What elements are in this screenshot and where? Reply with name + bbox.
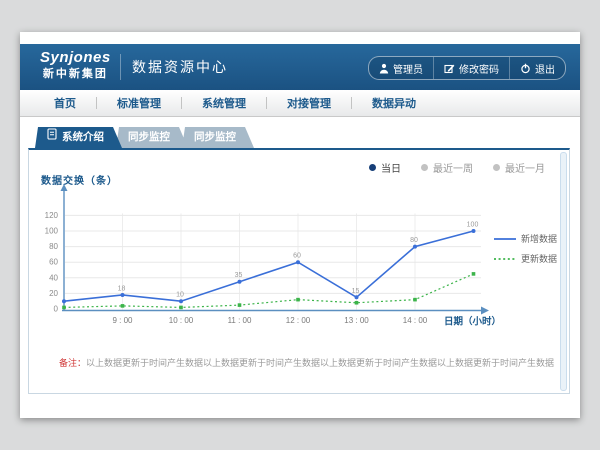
header-action-label: 退出 bbox=[535, 61, 555, 76]
edit-icon bbox=[444, 63, 455, 74]
data-point bbox=[121, 304, 125, 308]
svg-text:80: 80 bbox=[49, 242, 58, 251]
tab-bar: 系统介绍 同步监控 同步监控 bbox=[35, 126, 248, 148]
data-point bbox=[472, 272, 476, 276]
range-option-label: 当日 bbox=[381, 160, 401, 175]
data-point bbox=[472, 229, 476, 233]
app-title: 数据资源中心 bbox=[132, 44, 228, 90]
legend-label: 新增数据 bbox=[521, 233, 557, 244]
header-divider bbox=[120, 54, 121, 80]
data-point-label: 100 bbox=[467, 222, 479, 229]
tab-1[interactable]: 同步监控 bbox=[116, 127, 188, 148]
data-point bbox=[179, 299, 183, 303]
brand-logo: Synjones 新中新集团 bbox=[40, 50, 111, 80]
data-point-label: 60 bbox=[293, 253, 301, 260]
range-option-label: 最近一周 bbox=[433, 160, 473, 175]
svg-text:10 : 00: 10 : 00 bbox=[169, 316, 194, 325]
data-point bbox=[121, 293, 125, 297]
data-point bbox=[238, 280, 242, 284]
data-point bbox=[355, 295, 359, 299]
svg-text:11 : 00: 11 : 00 bbox=[228, 316, 252, 325]
tab-label: 同步监控 bbox=[128, 127, 170, 148]
nav-item-0[interactable]: 首页 bbox=[34, 95, 96, 111]
legend-label: 更新数据 bbox=[521, 253, 557, 264]
tab-2[interactable]: 同步监控 bbox=[182, 127, 254, 148]
logo-company-name: 新中新集团 bbox=[40, 68, 111, 80]
data-point bbox=[355, 301, 359, 305]
svg-text:13 : 00: 13 : 00 bbox=[344, 316, 369, 325]
chart-legend: 新增数据更新数据 bbox=[494, 233, 557, 264]
svg-text:14 : 00: 14 : 00 bbox=[403, 316, 428, 325]
radio-dot-icon bbox=[493, 164, 500, 171]
data-point bbox=[179, 306, 183, 310]
range-option-0[interactable]: 当日 bbox=[369, 160, 401, 175]
doc-icon bbox=[47, 127, 57, 148]
svg-text:40: 40 bbox=[49, 273, 58, 282]
data-point-label: 10 bbox=[176, 292, 184, 299]
series-line-1 bbox=[64, 274, 474, 308]
radio-dot-icon bbox=[369, 164, 376, 171]
tab-0[interactable]: 系统介绍 bbox=[35, 127, 122, 148]
data-point bbox=[413, 298, 417, 302]
svg-text:60: 60 bbox=[49, 258, 58, 267]
footnote-prefix: 备注： bbox=[59, 358, 86, 368]
footnote-text: 以上数据更新于时间产生数据以上数据更新于时间产生数据以上数据更新于时间产生数据以… bbox=[86, 358, 555, 368]
header-action-label: 管理员 bbox=[393, 61, 423, 76]
tab-label: 系统介绍 bbox=[62, 127, 104, 148]
header-action-admin[interactable]: 管理员 bbox=[369, 57, 433, 79]
user-icon bbox=[379, 63, 389, 74]
data-point bbox=[413, 245, 417, 249]
x-axis-title: 日期（小时） bbox=[444, 316, 501, 328]
data-point bbox=[296, 260, 300, 264]
range-option-1[interactable]: 最近一周 bbox=[421, 160, 473, 175]
data-point bbox=[62, 306, 66, 310]
data-point bbox=[62, 299, 66, 303]
time-range-selector: 当日 最近一周 最近一月 bbox=[369, 160, 545, 175]
data-point-label: 35 bbox=[235, 272, 243, 279]
data-point bbox=[238, 303, 242, 307]
data-point bbox=[296, 298, 300, 302]
svg-text:0: 0 bbox=[54, 305, 59, 314]
svg-text:100: 100 bbox=[45, 227, 59, 236]
svg-text:20: 20 bbox=[49, 289, 58, 298]
power-icon bbox=[520, 63, 531, 74]
tab-label: 同步监控 bbox=[194, 127, 236, 148]
header-action-label: 修改密码 bbox=[459, 61, 499, 76]
nav-item-3[interactable]: 对接管理 bbox=[267, 95, 351, 111]
data-point-label: 80 bbox=[410, 237, 418, 244]
range-option-label: 最近一月 bbox=[505, 160, 545, 175]
header-action-logout[interactable]: 退出 bbox=[509, 57, 565, 79]
data-point-label: 18 bbox=[118, 285, 126, 292]
svg-text:120: 120 bbox=[45, 211, 59, 220]
range-option-2[interactable]: 最近一月 bbox=[493, 160, 545, 175]
header-action-group: 管理员 修改密码 退出 bbox=[368, 56, 566, 80]
data-point-label: 15 bbox=[352, 288, 360, 295]
radio-dot-icon bbox=[421, 164, 428, 171]
nav-item-1[interactable]: 标准管理 bbox=[97, 95, 181, 111]
nav-item-4[interactable]: 数据异动 bbox=[352, 95, 436, 111]
panel-scrollbar[interactable] bbox=[560, 152, 567, 391]
footnote: 备注：以上数据更新于时间产生数据以上数据更新于时间产生数据以上数据更新于时间产生… bbox=[59, 356, 555, 369]
nav-item-2[interactable]: 系统管理 bbox=[182, 95, 266, 111]
nav: 首页标准管理系统管理对接管理数据异动 bbox=[20, 90, 580, 117]
app-header: Synjones 新中新集团 数据资源中心 管理员 修改密码 退出 bbox=[20, 44, 580, 90]
app-window: Synjones 新中新集团 数据资源中心 管理员修改密码退出 首页标准管理系统… bbox=[20, 32, 580, 418]
axis-tick-labels: 0 20 40 60 80 100 120 9 : 00 10 : 00 11 : 00 12 : … bbox=[45, 211, 428, 325]
line-chart: 0 20 40 60 80 100 120 9 : 00 10 : 00 11 : 00 12 : … bbox=[29, 182, 571, 334]
svg-text:12 : 00: 12 : 00 bbox=[286, 316, 311, 325]
svg-text:9 : 00: 9 : 00 bbox=[112, 316, 133, 325]
header-action-change-password[interactable]: 修改密码 bbox=[433, 57, 509, 79]
logo-wordmark: Synjones bbox=[40, 50, 111, 67]
content-panel: 当日最近一周最近一月 数据交换（条） 0204060801001209 : 00… bbox=[28, 148, 570, 394]
